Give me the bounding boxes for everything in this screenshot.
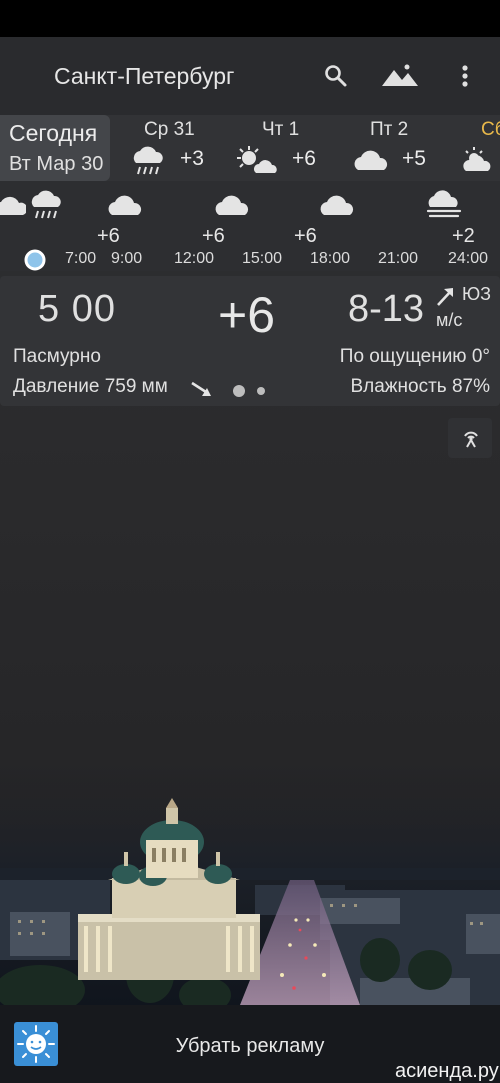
wind-unit: м/с xyxy=(436,310,463,330)
hourly-time: 15:00 xyxy=(242,250,283,267)
search-icon[interactable] xyxy=(321,61,351,91)
page-indicator xyxy=(233,385,265,397)
day-temp: +5 xyxy=(402,147,426,170)
remove-ads-button[interactable]: Убрать рекламу xyxy=(0,1035,500,1058)
wind-direction-arrow-icon xyxy=(437,288,453,306)
hourly-temp: +6 xyxy=(202,225,225,247)
today-date: Вт Мар 30 xyxy=(9,153,104,175)
day-temp: +3 xyxy=(180,147,204,170)
cloud-icon xyxy=(0,196,26,215)
hourly-time: 12:00 xyxy=(174,250,215,267)
day-item[interactable]: Сб xyxy=(460,115,500,181)
day-item[interactable]: Пт 2 +5 xyxy=(348,115,448,181)
hourly-temp: +6 xyxy=(294,225,317,247)
day-label: Чт 1 xyxy=(262,119,300,140)
ad-footer: Убрать рекламу асиенда.ру xyxy=(0,1005,500,1083)
watermark: асиенда.ру xyxy=(395,1060,499,1082)
status-bar xyxy=(0,0,500,37)
city-night-photo xyxy=(0,780,500,1005)
rain-cloud-icon xyxy=(31,190,61,219)
day-label: Сб xyxy=(481,119,500,140)
hourly-time: 18:00 xyxy=(310,250,351,267)
daily-forecast-strip: Сегодня Вт Мар 30 Ср 31 +3 Чт 1 +6 Пт 2 … xyxy=(0,115,500,181)
broadcast-icon xyxy=(464,431,478,448)
sun-cloud-icon xyxy=(237,146,277,173)
day-label: Ср 31 xyxy=(144,119,195,140)
sun-cloud-icon xyxy=(463,147,491,171)
hourly-time: 9:00 xyxy=(111,250,143,267)
day-temp: +6 xyxy=(292,147,316,170)
current-temperature: +6 xyxy=(218,287,276,343)
day-item[interactable]: Ср 31 +3 xyxy=(128,115,228,181)
radar-button[interactable] xyxy=(448,418,492,458)
wind-direction: ЮЗ xyxy=(462,284,492,304)
hourly-forecast[interactable]: +6 +6 +6 +2 7:00 9:00 12:00 15:00 18:00 … xyxy=(0,181,500,271)
current-time: 5 00 xyxy=(38,288,116,330)
day-label: Пт 2 xyxy=(370,119,409,140)
today-label: Сегодня xyxy=(9,120,98,146)
cloud-icon xyxy=(108,195,142,215)
day-today[interactable]: Сегодня Вт Мар 30 xyxy=(0,115,110,181)
fog-icon xyxy=(426,190,462,218)
pressure-falling-arrow-icon xyxy=(191,381,211,396)
current-conditions-panel[interactable]: 5 00 +6 8-13 ЮЗ м/с Пасмурно По ощущению… xyxy=(0,276,500,406)
city-title[interactable]: Санкт-Петербург xyxy=(54,63,234,90)
feels-like: По ощущению 0° xyxy=(339,346,490,367)
hourly-time: 7:00 xyxy=(65,250,97,267)
app-bar: Санкт-Петербург xyxy=(0,37,500,115)
rain-cloud-icon xyxy=(133,146,163,175)
humidity: Влажность 87% xyxy=(350,376,490,397)
more-vert-icon[interactable] xyxy=(452,61,478,91)
cloud-icon xyxy=(215,195,249,215)
hourly-time: 21:00 xyxy=(378,250,419,267)
hourly-time: 24:00 xyxy=(448,250,489,267)
hourly-temp: +2 xyxy=(452,225,475,247)
hourly-temp: +6 xyxy=(97,225,120,247)
landscape-icon[interactable] xyxy=(381,61,419,91)
pressure: Давление 759 мм xyxy=(13,376,168,397)
day-item[interactable]: Чт 1 +6 xyxy=(236,115,336,181)
current-time-marker-icon xyxy=(24,249,46,271)
wind-speed: 8-13 xyxy=(348,288,425,330)
cloud-icon xyxy=(320,195,354,215)
condition-text: Пасмурно xyxy=(13,346,101,367)
cloud-icon xyxy=(354,150,388,170)
